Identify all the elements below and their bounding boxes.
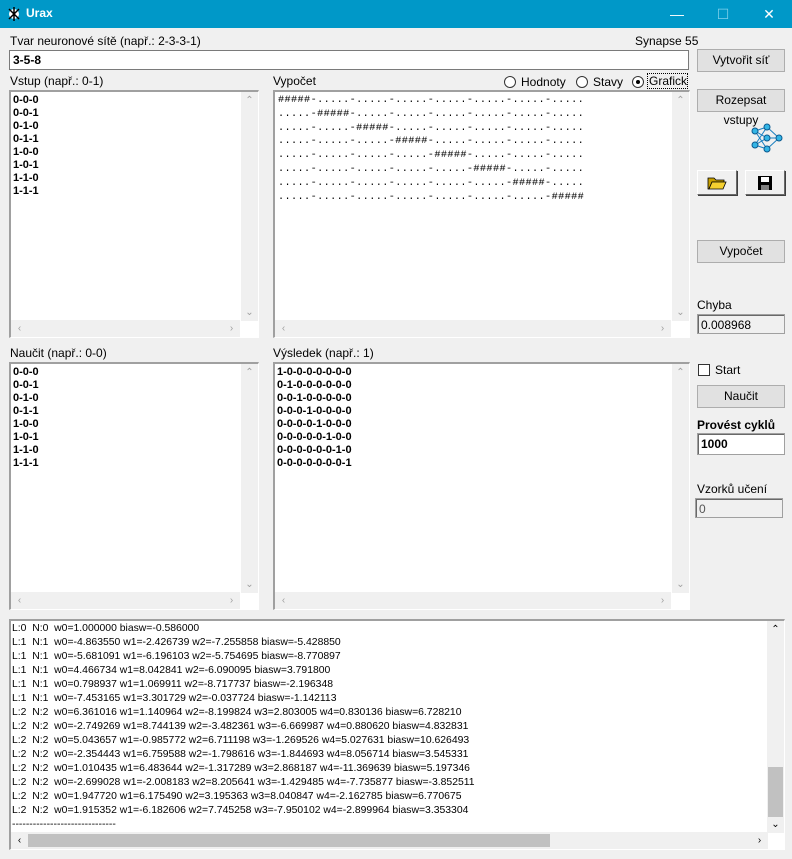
scroll-right-icon[interactable]: › xyxy=(223,320,240,337)
samples-value: 0 xyxy=(699,502,706,516)
input-hscroll[interactable]: ‹ › xyxy=(11,320,240,337)
calc-vscroll[interactable]: ⌃ ⌄ xyxy=(672,92,689,321)
synapse-count: Synapse 55 xyxy=(635,34,699,48)
learn-button[interactable]: Naučit xyxy=(697,385,785,408)
radio-values-label[interactable]: Hodnoty xyxy=(521,75,566,89)
result-hscroll[interactable]: ‹ › xyxy=(275,592,671,609)
radio-states-label[interactable]: Stavy xyxy=(593,75,623,89)
folder-open-icon xyxy=(707,177,727,190)
log-hscroll[interactable]: ‹ › xyxy=(11,832,768,849)
cycles-value: 1000 xyxy=(701,437,728,451)
scroll-left-icon[interactable]: ‹ xyxy=(275,592,292,609)
window-title: Urax xyxy=(26,6,53,20)
minimize-button[interactable]: — xyxy=(654,0,700,28)
cycles-label: Provést cyklů xyxy=(697,418,776,432)
calc-hscroll[interactable]: ‹ › xyxy=(275,320,671,337)
input-list[interactable]: 0-0-0 0-0-1 0-1-0 0-1-1 1-0-0 1-0-1 1-1-… xyxy=(9,90,259,338)
error-field: 0.008968 xyxy=(697,314,785,334)
log-hscroll-thumb[interactable] xyxy=(28,834,550,847)
calc-lines: #####-.....-.....-.....-.....-.....-....… xyxy=(278,95,585,203)
error-label: Chyba xyxy=(697,298,732,312)
learn-list[interactable]: 0-0-0 0-0-1 0-1-0 0-1-1 1-0-0 1-0-1 1-1-… xyxy=(9,362,259,610)
close-button[interactable]: ✕ xyxy=(746,0,792,28)
log-lines: L:0 N:0 w0=1.000000 biasw=-0.586000 L:1 … xyxy=(12,623,475,830)
learn-hscroll[interactable]: ‹ › xyxy=(11,592,240,609)
create-network-button[interactable]: Vytvořit síť xyxy=(697,49,785,72)
scroll-left-icon[interactable]: ‹ xyxy=(11,320,28,337)
scroll-up-icon[interactable]: ⌃ xyxy=(672,364,689,381)
error-value: 0.008968 xyxy=(701,318,752,332)
input-lines: 0-0-0 0-0-1 0-1-0 0-1-1 1-0-0 1-0-1 1-1-… xyxy=(13,94,39,197)
scroll-up-icon[interactable]: ⌃ xyxy=(767,621,784,638)
scroll-down-icon[interactable]: ⌄ xyxy=(241,576,258,593)
open-button[interactable] xyxy=(697,170,737,195)
scroll-left-icon[interactable]: ‹ xyxy=(11,592,28,609)
radio-graphic-label[interactable]: Graficky xyxy=(647,73,688,89)
learn-vscroll[interactable]: ⌃ ⌄ xyxy=(241,364,258,593)
radio-states[interactable] xyxy=(576,76,588,88)
scroll-down-icon[interactable]: ⌄ xyxy=(672,304,689,321)
result-vscroll[interactable]: ⌃ ⌄ xyxy=(672,364,689,593)
scroll-down-icon[interactable]: ⌄ xyxy=(241,304,258,321)
samples-field: 0 xyxy=(695,498,783,518)
scroll-up-icon[interactable]: ⌃ xyxy=(241,92,258,109)
calc-label: Vypočet xyxy=(273,74,316,88)
input-label: Vstup (např.: 0-1) xyxy=(10,74,104,88)
result-list[interactable]: 1-0-0-0-0-0-0-0 0-1-0-0-0-0-0-0 0-0-1-0-… xyxy=(273,362,690,610)
scroll-right-icon[interactable]: › xyxy=(654,592,671,609)
scroll-left-icon[interactable]: ‹ xyxy=(275,320,292,337)
shape-input[interactable]: 3-5-8 xyxy=(9,50,689,70)
log-vscroll-thumb[interactable] xyxy=(768,767,783,817)
calc-output[interactable]: #####-.....-.....-.....-.....-.....-....… xyxy=(273,90,690,338)
floppy-disk-icon xyxy=(758,176,772,190)
rewrite-inputs-button[interactable]: Rozepsat vstupy xyxy=(697,89,785,127)
scroll-up-icon[interactable]: ⌃ xyxy=(241,364,258,381)
shape-label: Tvar neuronové sítě (např.: 2-3-3-1) xyxy=(10,34,201,48)
title-bar[interactable]: Urax — ☐ ✕ xyxy=(0,0,792,28)
samples-label: Vzorků učení xyxy=(697,482,768,496)
radio-values[interactable] xyxy=(504,76,516,88)
scroll-right-icon[interactable]: › xyxy=(654,320,671,337)
scroll-down-icon[interactable]: ⌄ xyxy=(767,816,784,833)
app-icon xyxy=(6,6,22,22)
scroll-right-icon[interactable]: › xyxy=(223,592,240,609)
save-button[interactable] xyxy=(745,170,785,195)
maximize-button[interactable]: ☐ xyxy=(700,0,746,28)
start-label[interactable]: Start xyxy=(715,363,740,377)
compute-button[interactable]: Vypočet xyxy=(697,240,785,263)
scroll-up-icon[interactable]: ⌃ xyxy=(672,92,689,109)
input-vscroll[interactable]: ⌃ ⌄ xyxy=(241,92,258,321)
log-vscroll[interactable]: ⌃ ⌄ xyxy=(767,621,784,833)
scroll-left-icon[interactable]: ‹ xyxy=(11,832,28,849)
scroll-right-icon[interactable]: › xyxy=(751,832,768,849)
log-output[interactable]: L:0 N:0 w0=1.000000 biasw=-0.586000 L:1 … xyxy=(9,619,785,850)
result-label: Výsledek (např.: 1) xyxy=(273,346,374,360)
shape-input-value: 3-5-8 xyxy=(13,53,42,67)
scroll-down-icon[interactable]: ⌄ xyxy=(672,576,689,593)
result-lines: 1-0-0-0-0-0-0-0 0-1-0-0-0-0-0-0 0-0-1-0-… xyxy=(277,366,352,469)
cycles-input[interactable]: 1000 xyxy=(697,433,785,455)
learn-label: Naučit (např.: 0-0) xyxy=(10,346,107,360)
learn-lines: 0-0-0 0-0-1 0-1-0 0-1-1 1-0-0 1-0-1 1-1-… xyxy=(13,366,39,469)
radio-graphic[interactable] xyxy=(632,76,644,88)
start-checkbox[interactable] xyxy=(698,364,710,376)
network-icon xyxy=(750,123,784,153)
